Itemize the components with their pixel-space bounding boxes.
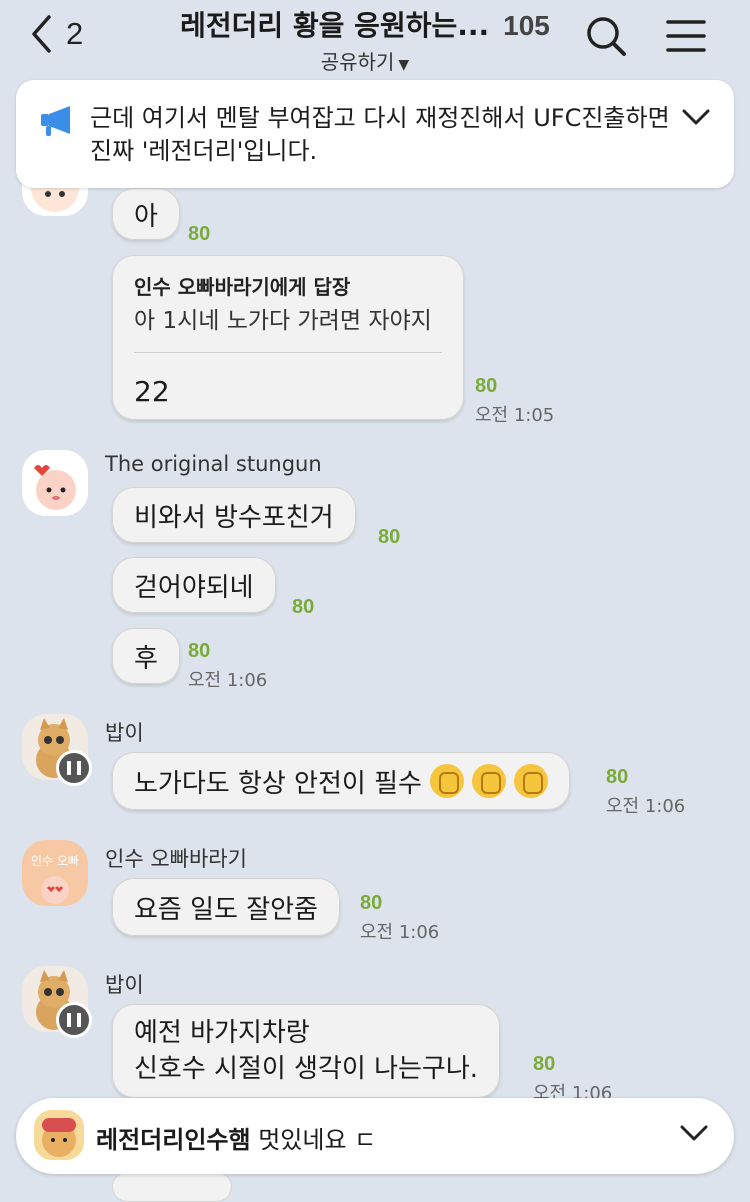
fist-emoji bbox=[471, 764, 506, 798]
reply-divider bbox=[134, 352, 442, 353]
menu-icon[interactable] bbox=[666, 14, 706, 58]
message-time: 오전 1:06 bbox=[360, 922, 440, 943]
message-bubble[interactable]: 비와서 방수포친거 bbox=[112, 487, 356, 543]
chevron-down-icon[interactable] bbox=[682, 108, 710, 126]
message-text: 걷어야되네 bbox=[134, 572, 254, 603]
unread-count: 80 bbox=[188, 223, 211, 245]
fist-emoji bbox=[513, 764, 548, 798]
latest-message-bar[interactable]: 레전더리인수햄 멋있네요 ㄷ bbox=[16, 1098, 734, 1174]
megaphone-icon bbox=[41, 106, 70, 136]
reply-header: 인수 오빠바라기에게 답장 bbox=[134, 275, 351, 299]
unread-count: 80 bbox=[533, 1053, 556, 1075]
message-bubble[interactable]: 요즘 일도 잘안줌 bbox=[112, 878, 340, 936]
latest-message-text: 레전더리인수햄 멋있네요 ㄷ bbox=[96, 1120, 376, 1155]
chat-title: 레전더리 황을 응원하는... bbox=[180, 9, 490, 42]
message-time: 오전 1:05 bbox=[475, 405, 555, 426]
message-text: 후 bbox=[134, 643, 158, 674]
message-text-line: 예전 바가지차랑 bbox=[134, 1018, 310, 1048]
chat-header: 2 레전더리 황을 응원하는... 105 공유하기 ▼ bbox=[0, 0, 750, 78]
badge-icon bbox=[56, 1002, 92, 1038]
chevron-down-icon[interactable] bbox=[680, 1124, 708, 1142]
chevron-down-icon: ▼ bbox=[398, 57, 410, 73]
message-bubble-partial bbox=[112, 1172, 232, 1202]
sender-name: The original stungun bbox=[105, 452, 322, 476]
message-text: 비와서 방수포친거 bbox=[134, 502, 334, 533]
unread-count: 80 bbox=[378, 526, 401, 548]
avatar-apeach[interactable] bbox=[22, 450, 88, 516]
unread-count: 80 bbox=[188, 640, 211, 662]
message-text: 요즘 일도 잘안줌 bbox=[134, 894, 318, 925]
message-text: 아 bbox=[134, 201, 158, 232]
pinned-notice[interactable]: 근데 여기서 멘탈 부여잡고 다시 재정진해서 UFC진출하면 진짜 '레전더리… bbox=[16, 80, 734, 188]
message-text-line: 신호수 시절이 생각이 나는구나. bbox=[134, 1054, 479, 1084]
message-text: 노가다도 항상 안전이 필수 bbox=[134, 768, 422, 799]
latest-message-sender: 레전더리인수햄 bbox=[96, 1126, 251, 1154]
message-bubble[interactable]: 노가다도 항상 안전이 필수 bbox=[112, 752, 570, 810]
share-label: 공유하기 bbox=[320, 50, 395, 74]
search-icon[interactable] bbox=[584, 14, 628, 58]
member-count: 105 bbox=[503, 10, 550, 41]
notice-text: 근데 여기서 멘탈 부여잡고 다시 재정진해서 UFC진출하면 진짜 '레전더리… bbox=[90, 104, 670, 165]
fist-emoji bbox=[429, 764, 464, 798]
unread-count: 80 bbox=[606, 766, 629, 788]
unread-count: 80 bbox=[292, 596, 315, 618]
badge-icon bbox=[56, 750, 92, 786]
quoted-text: 아 1시네 노가다 가려면 자야지 bbox=[134, 308, 432, 334]
message-bubble[interactable]: 예전 바가지차랑 신호수 시절이 생각이 나는구나. bbox=[112, 1004, 501, 1098]
message-bubble[interactable]: 후 bbox=[112, 628, 180, 684]
message-bubble[interactable]: 걷어야되네 bbox=[112, 557, 276, 613]
latest-message-body: 멋있네요 ㄷ bbox=[258, 1126, 377, 1154]
message-text: 22 bbox=[134, 375, 170, 408]
chat-title-area[interactable]: 레전더리 황을 응원하는... 105 공유하기 ▼ bbox=[150, 4, 580, 75]
message-bubble[interactable]: 아 bbox=[112, 188, 180, 240]
sender-name: 인수 오빠바라기 bbox=[105, 847, 247, 871]
reply-message-bubble[interactable]: 인수 오빠바라기에게 답장 아 1시네 노가다 가려면 자야지 22 bbox=[112, 255, 464, 420]
unread-chats-count: 2 bbox=[66, 16, 84, 51]
sender-name: 밥이 bbox=[105, 721, 144, 745]
message-time: 오전 1:06 bbox=[606, 796, 686, 817]
unread-count: 80 bbox=[360, 892, 383, 914]
message-time: 오전 1:06 bbox=[188, 670, 268, 691]
share-dropdown[interactable]: 공유하기 ▼ bbox=[150, 46, 580, 75]
avatar-insu[interactable]: 인수 오빠 bbox=[22, 840, 88, 906]
back-button[interactable]: 2 bbox=[30, 14, 83, 54]
unread-count: 80 bbox=[475, 375, 498, 397]
chevron-left-icon bbox=[32, 15, 51, 53]
avatar-ryan bbox=[34, 1110, 84, 1160]
avatar-label: 인수 오빠 bbox=[31, 854, 79, 868]
sender-name: 밥이 bbox=[105, 973, 144, 997]
